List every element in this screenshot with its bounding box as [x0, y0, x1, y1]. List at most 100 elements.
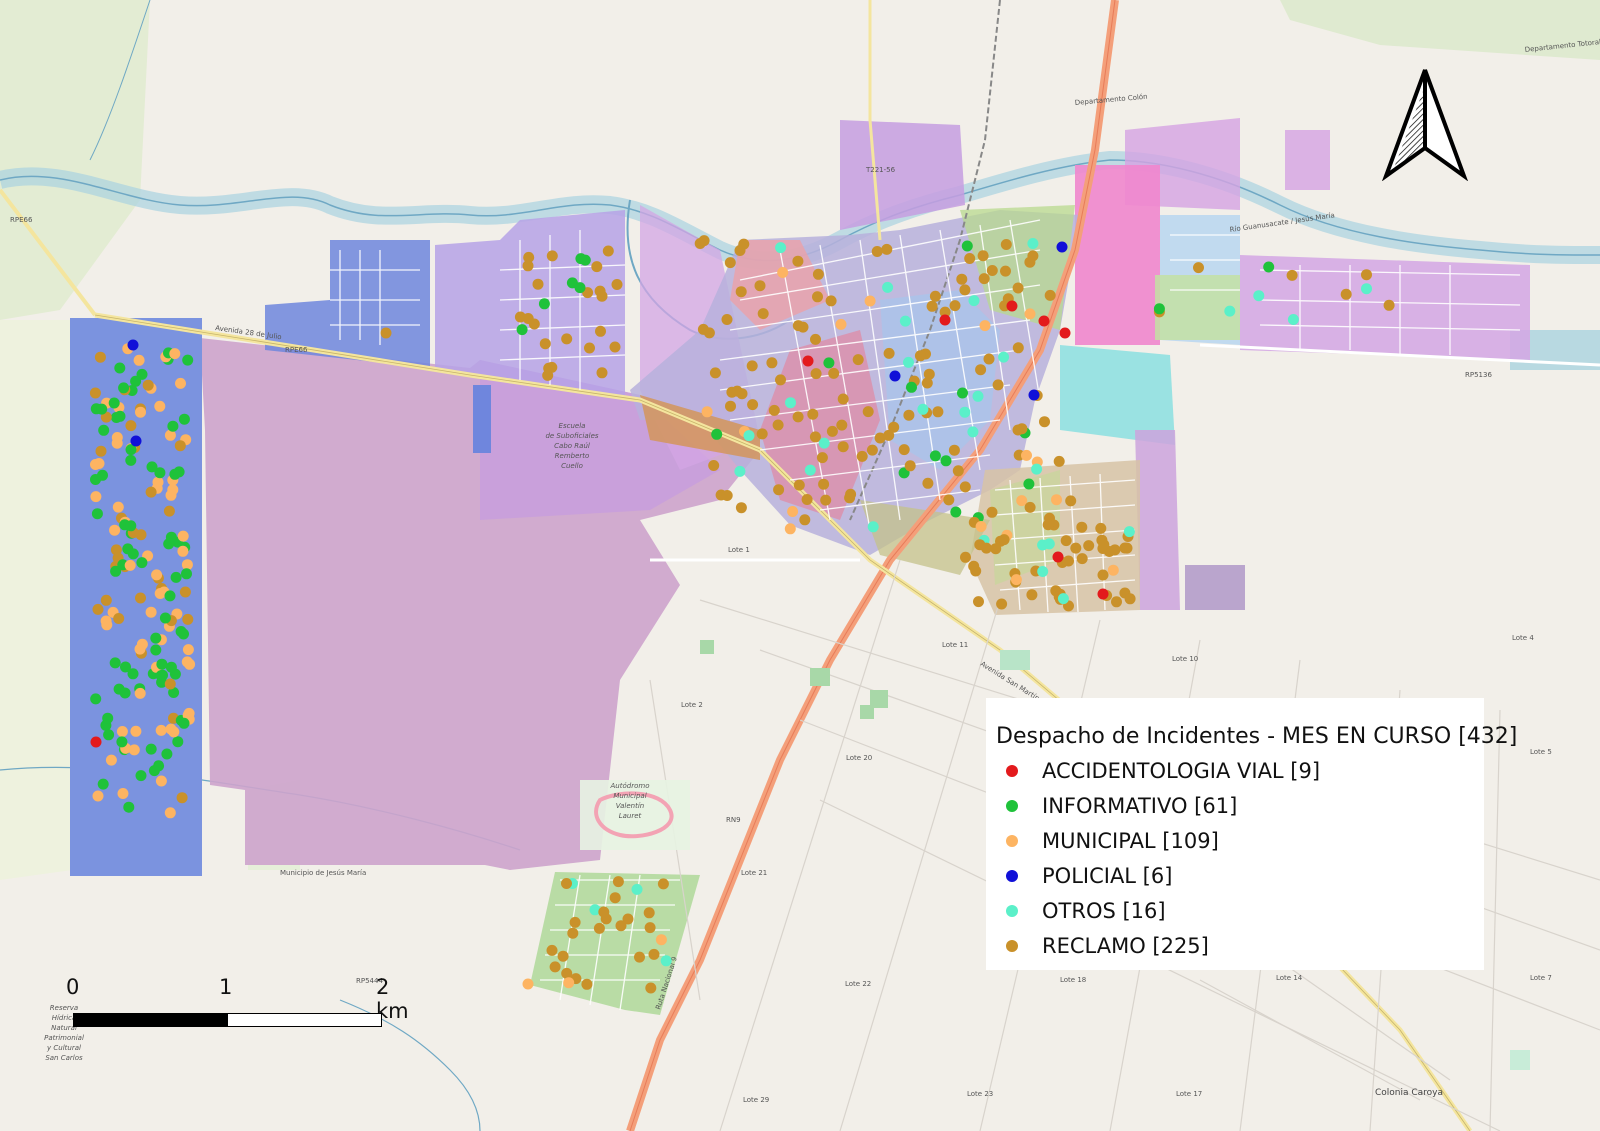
lote-label: Lote 22: [845, 980, 871, 988]
incident-point: [574, 282, 586, 294]
incident-point: [852, 354, 864, 366]
legend-item-municipal: MUNICIPAL [109]: [996, 823, 1484, 858]
incident-point: [148, 765, 160, 777]
incident-point: [90, 693, 102, 705]
road-code-label: RP5136: [1465, 371, 1492, 379]
map-label-municipio: Municipio de Jesús María: [280, 869, 366, 877]
incident-point: [757, 308, 769, 320]
incident-point: [923, 368, 935, 380]
incident-point: [1027, 238, 1039, 249]
incident-point: [170, 571, 182, 583]
incident-point: [611, 279, 623, 290]
incident-point: [856, 450, 868, 462]
incident-point: [1024, 308, 1036, 320]
incident-point: [977, 250, 989, 262]
incident-point: [182, 613, 194, 625]
incident-point: [134, 687, 146, 699]
incident-point: [164, 590, 176, 602]
incident-point: [756, 428, 768, 440]
incident-point: [145, 606, 157, 618]
incident-point: [721, 490, 733, 501]
incident-point: [792, 255, 804, 267]
incident-point: [177, 530, 189, 542]
lote-label: Lote 17: [1176, 1090, 1202, 1098]
incident-point: [528, 318, 540, 330]
incident-point: [793, 479, 805, 491]
road-code-label: RPE66: [10, 216, 33, 224]
incident-point: [94, 351, 106, 363]
incident-point: [598, 906, 610, 918]
incident-point: [818, 478, 830, 490]
incident-point: [906, 381, 917, 393]
incident-point: [986, 265, 998, 276]
incident-point: [575, 253, 587, 265]
incident-point: [1024, 501, 1036, 513]
incident-point: [644, 922, 656, 934]
incident-point: [130, 725, 142, 737]
incident-point: [914, 350, 926, 362]
incident-point: [777, 267, 789, 278]
incident-point: [871, 246, 883, 257]
incident-point: [956, 273, 968, 285]
incident-point: [864, 295, 876, 307]
legend-label: POLICIAL [6]: [1042, 863, 1173, 888]
incident-point: [1123, 526, 1135, 538]
incident-point: [146, 461, 158, 473]
incident-point: [711, 428, 723, 440]
incident-point: [973, 596, 984, 608]
incident-point: [899, 315, 911, 327]
legend-swatch: [1006, 764, 1018, 777]
incident-point: [152, 476, 164, 488]
incident-point: [812, 291, 823, 303]
incident-point: [986, 506, 998, 518]
incident-point: [883, 429, 895, 441]
incident-point: [1107, 564, 1119, 576]
incident-point: [734, 465, 746, 477]
incident-point: [709, 367, 721, 379]
incident-point: [1037, 566, 1049, 577]
incident-point: [561, 967, 573, 979]
incident-point: [708, 460, 720, 471]
incident-point: [883, 347, 895, 359]
legend-label: MUNICIPAL [109]: [1042, 828, 1219, 853]
north-arrow-icon: [1380, 66, 1470, 181]
incident-point: [743, 430, 755, 442]
incident-point: [959, 406, 971, 418]
incident-point: [134, 643, 146, 655]
incident-point: [103, 729, 115, 741]
incident-point: [92, 790, 104, 802]
incident-point: [546, 361, 558, 373]
incident-point: [181, 568, 192, 580]
incident-point: [93, 458, 105, 469]
incident-point: [1083, 540, 1095, 552]
incident-point: [960, 551, 971, 563]
incident-point: [596, 367, 608, 379]
incident-point: [124, 559, 136, 571]
incident-point: [98, 424, 110, 436]
incident-point: [163, 538, 175, 550]
incident-point: [130, 435, 142, 447]
incident-point: [766, 357, 778, 369]
incident-point: [1361, 283, 1372, 295]
incident-point: [539, 338, 551, 350]
incident-point: [1012, 342, 1024, 354]
incident-point: [612, 876, 624, 888]
incident-point: [609, 892, 621, 904]
incident-point: [775, 374, 786, 386]
incident-point: [155, 724, 167, 736]
incident-point: [1121, 542, 1133, 554]
incident-point: [145, 486, 157, 498]
incident-point: [135, 770, 147, 782]
scale-bar: 0 1 2 km: [60, 975, 409, 1035]
incident-point: [116, 736, 128, 748]
incident-point: [167, 420, 179, 432]
incident-point: [164, 678, 176, 690]
incident-point: [975, 364, 987, 376]
incident-point: [1287, 314, 1299, 325]
incident-point: [959, 284, 971, 296]
incident-point: [903, 409, 915, 421]
incident-point: [164, 807, 176, 819]
incident-point: [881, 243, 893, 255]
incident-point: [810, 368, 822, 380]
legend-item-otros: OTROS [16]: [996, 893, 1484, 928]
